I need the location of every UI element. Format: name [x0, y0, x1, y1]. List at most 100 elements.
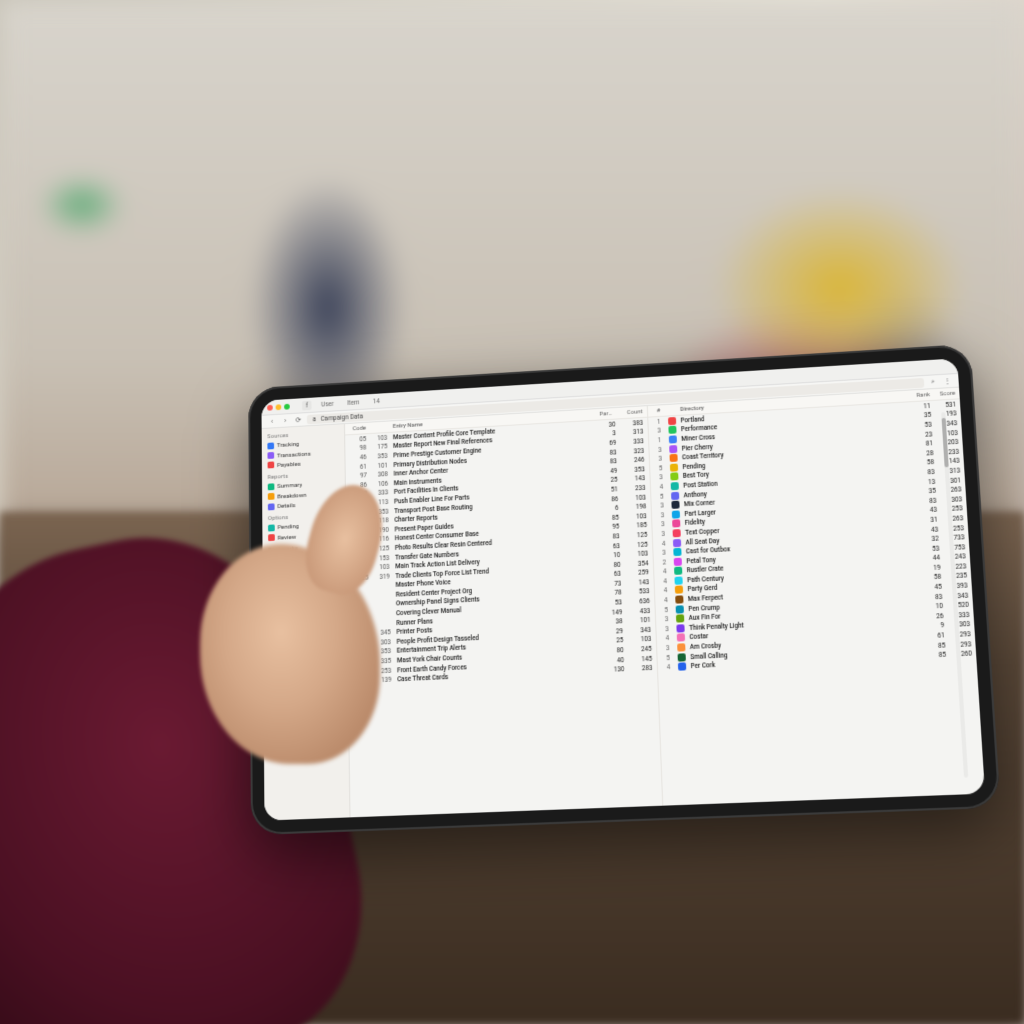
row-index: 3 [660, 625, 674, 634]
back-button[interactable]: ‹ [267, 417, 276, 425]
row-cell: 61 [349, 462, 370, 471]
row-cell: 25 [602, 476, 622, 485]
folder-icon [268, 493, 275, 500]
tab[interactable]: User [317, 398, 337, 409]
row-cell: 149 [606, 608, 626, 617]
address-prefix: a [313, 415, 316, 423]
row-cell: 25 [607, 636, 627, 645]
row-cell: 383 [619, 419, 643, 428]
tab[interactable]: 14 [369, 396, 384, 406]
app-icon [671, 491, 679, 499]
tab-strip: f User Item 14 [302, 396, 384, 410]
app-icon [674, 576, 682, 584]
row-cell: 46 [349, 453, 370, 462]
row-index: 3 [655, 501, 669, 510]
row-cell: 83 [921, 496, 940, 505]
row-cell: 83 [604, 532, 624, 541]
row-index: 5 [655, 492, 669, 501]
col-header[interactable] [665, 406, 677, 413]
row-cell: 85 [603, 513, 623, 522]
tablet-device: f User Item 14 ‹ › ⟳ a Campaign Data ⌕ ⋮… [248, 344, 1001, 835]
forward-button[interactable]: › [280, 416, 290, 424]
row-icon-cell [668, 482, 680, 490]
app-icon [674, 586, 682, 594]
col-header[interactable]: Score [933, 390, 956, 398]
row-icon-cell [674, 624, 686, 633]
close-icon[interactable] [267, 404, 273, 410]
row-icon-cell [672, 567, 684, 576]
row-cell: 313 [620, 428, 644, 437]
col-header[interactable]: Parent [599, 410, 619, 418]
minimize-icon[interactable] [276, 404, 282, 410]
row-cell: 13 [920, 477, 939, 486]
row-cell [372, 581, 395, 590]
search-icon[interactable]: ⌕ [928, 377, 939, 386]
app-icon [673, 557, 681, 565]
row-cell: 58 [919, 458, 938, 467]
row-index: 1 [652, 417, 666, 426]
folder-icon [268, 503, 275, 510]
row-icon-cell [673, 614, 685, 623]
row-cell: 23 [917, 430, 936, 439]
folder-icon [268, 534, 275, 541]
sidebar-item-label: Pending [278, 523, 299, 532]
row-icon-cell [675, 643, 687, 652]
row-cell: 83 [601, 448, 621, 457]
row-index: 3 [654, 473, 668, 482]
row-cell: 245 [627, 645, 651, 654]
tab[interactable]: Item [343, 397, 363, 408]
col-header[interactable]: Rank [914, 391, 933, 399]
app-icon [669, 454, 677, 462]
app-icon [668, 417, 676, 425]
row-index: 3 [655, 511, 669, 520]
row-cell: 636 [626, 597, 650, 606]
row-cell: 175 [370, 443, 393, 452]
app-icon [669, 463, 677, 471]
sidebar-item-label: Payables [277, 460, 301, 469]
sidebar-item-label: Summary [277, 481, 302, 490]
row-cell: 10 [604, 551, 624, 560]
row-icon-cell [675, 662, 687, 671]
app-icon [668, 426, 676, 434]
maximize-icon[interactable] [284, 403, 290, 409]
refresh-icon[interactable]: ⟳ [294, 416, 304, 424]
row-index: 2 [657, 558, 671, 567]
row-cell: 10 [927, 602, 946, 611]
row-cell: 28 [918, 449, 937, 458]
col-header[interactable] [370, 423, 393, 431]
row-icon-cell [670, 529, 682, 537]
row-icon-cell [673, 605, 685, 614]
col-header[interactable]: # [651, 407, 665, 415]
row-icon-cell [668, 473, 680, 481]
col-header[interactable]: Code [349, 424, 370, 432]
row-cell: 531 [933, 400, 956, 409]
row-cell: 85 [930, 641, 949, 650]
row-cell: 30 [600, 420, 620, 429]
row-cell: 31 [922, 515, 941, 524]
col-header[interactable]: Count [619, 408, 643, 416]
row-cell: 103 [623, 512, 647, 521]
row-index: 3 [653, 445, 667, 454]
row-cell: 145 [628, 654, 652, 663]
row-index: 3 [661, 644, 675, 653]
row-index: 5 [654, 464, 668, 473]
row-cell: 333 [371, 488, 394, 497]
row-cell: 85 [930, 651, 949, 660]
row-icon-cell [669, 510, 681, 518]
row-cell: 354 [624, 559, 648, 568]
app-icon [668, 435, 676, 443]
row-cell: 323 [620, 447, 644, 456]
app-icon [675, 595, 683, 603]
folder-icon [268, 462, 275, 469]
app-icon [677, 653, 685, 661]
row-cell: 125 [624, 540, 648, 549]
menu-icon[interactable]: ⋮ [942, 377, 953, 385]
row-index: 4 [654, 483, 668, 492]
row-cell: 61 [929, 631, 948, 640]
row-cell: 101 [626, 616, 650, 625]
row-cell: 19 [925, 563, 944, 572]
row-cell: 83 [601, 457, 621, 466]
tab[interactable]: f [302, 400, 312, 410]
row-cell: 83 [919, 468, 938, 477]
app-icon [672, 520, 680, 528]
